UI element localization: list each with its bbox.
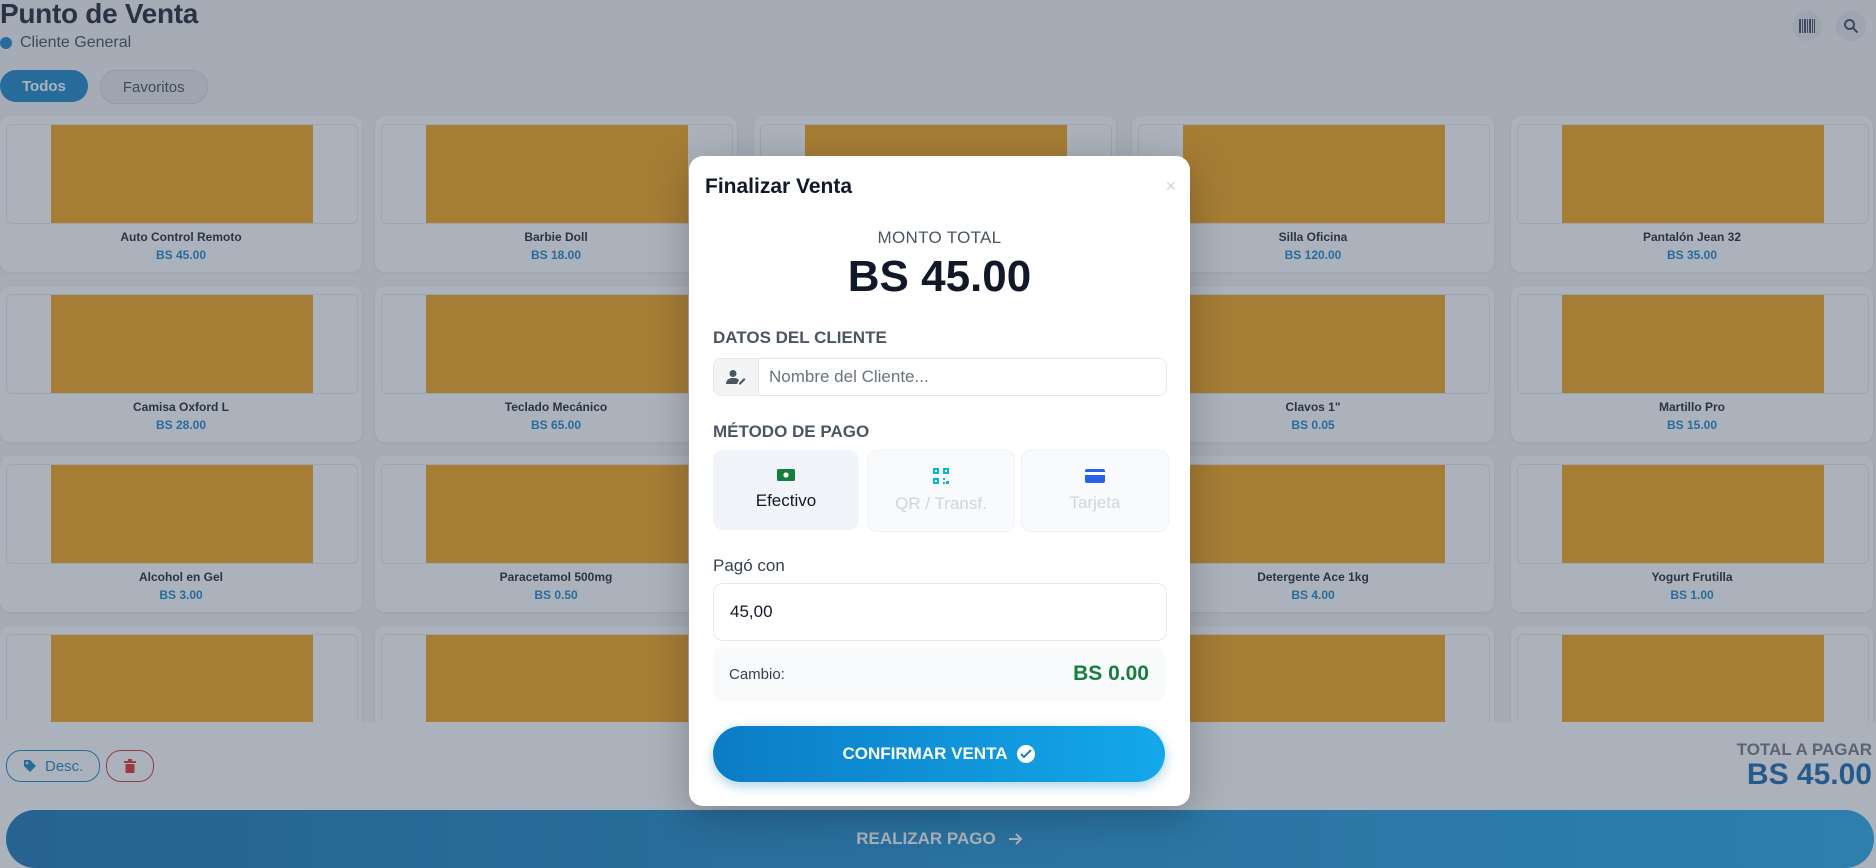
credit-card-icon <box>1085 469 1105 483</box>
payment-method-qr[interactable]: QR / Transf. <box>867 450 1015 532</box>
close-icon[interactable]: × <box>1165 176 1176 197</box>
payment-method-label: Efectivo <box>755 491 817 510</box>
check-circle-icon <box>1017 745 1036 763</box>
payment-method-card[interactable]: Tarjeta <box>1021 450 1169 532</box>
paid-input[interactable] <box>714 601 1152 623</box>
paid-field <box>713 583 1167 641</box>
qr-icon <box>933 468 949 484</box>
payment-method-label: QR / Transf. <box>895 494 987 513</box>
paid-label: Pagó con <box>713 556 785 575</box>
change-label: Cambio: <box>729 665 785 683</box>
user-edit-icon <box>714 359 759 395</box>
change-row: Cambio: BS 0.00 <box>713 647 1165 701</box>
modal-title: Finalizar Venta <box>705 175 853 198</box>
client-field <box>713 358 1167 396</box>
confirm-sale-button[interactable]: CONFIRMAR VENTA <box>713 726 1165 782</box>
payment-section-title: MÉTODO DE PAGO <box>713 422 870 441</box>
client-section-title: DATOS DEL CLIENTE <box>713 328 887 347</box>
confirm-label: CONFIRMAR VENTA <box>842 744 1008 763</box>
client-name-input[interactable] <box>759 366 1161 388</box>
payment-method-label: Tarjeta <box>1069 493 1121 512</box>
modal-total-label: MONTO TOTAL <box>877 228 1002 247</box>
checkout-modal: Finalizar Venta × MONTO TOTAL BS 45.00 D… <box>689 156 1190 806</box>
cash-icon <box>777 469 795 481</box>
change-value: BS 0.00 <box>1073 662 1149 685</box>
payment-method-cash[interactable]: Efectivo <box>713 450 859 530</box>
modal-total-value: BS 45.00 <box>847 252 1032 301</box>
